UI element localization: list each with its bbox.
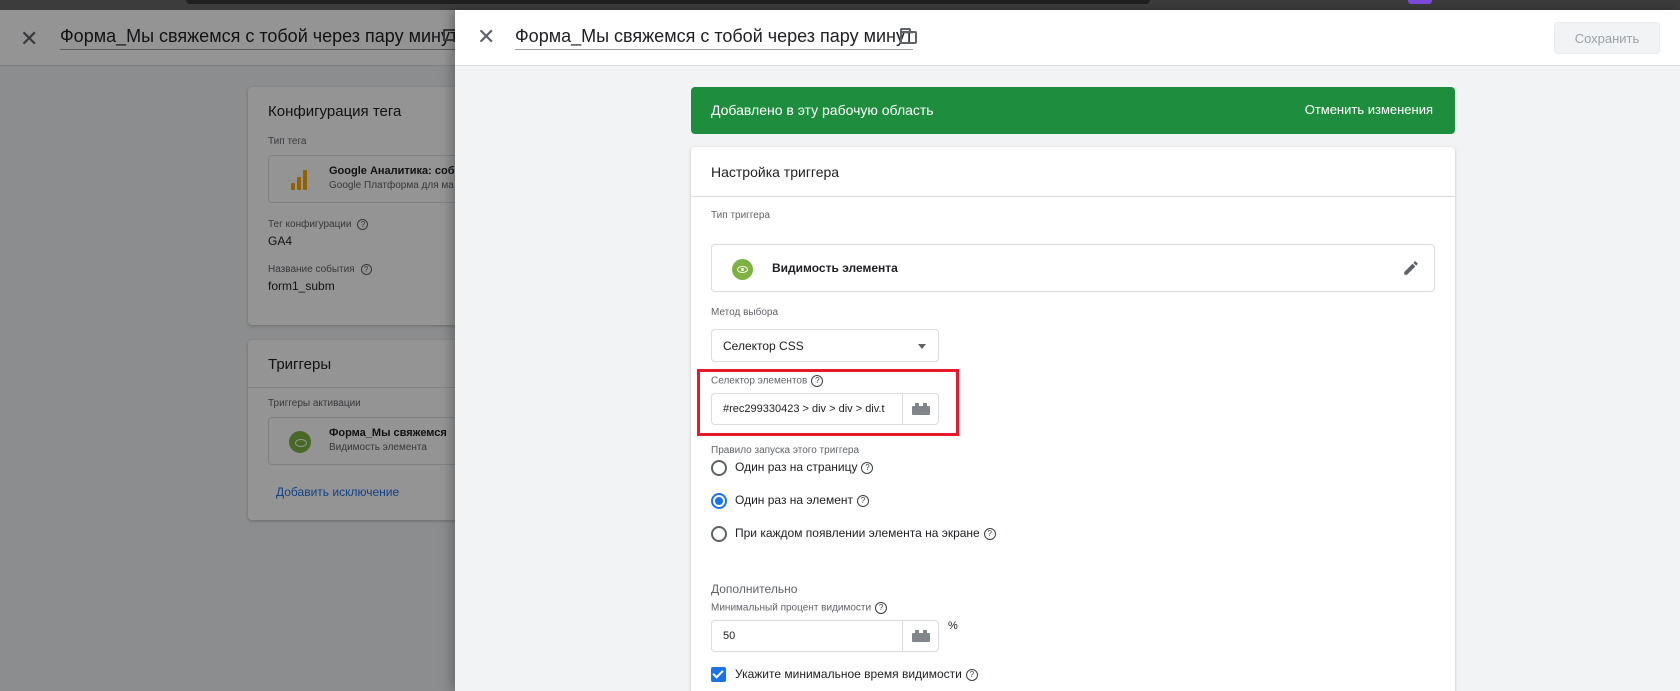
trigger-config-card: Настройка триггера Тип триггера Видимост… — [691, 147, 1455, 691]
help-icon[interactable]: ? — [811, 375, 824, 387]
min-percent-input[interactable]: 50 — [711, 620, 903, 652]
trigger-type-label: Тип триггера — [711, 210, 770, 221]
variable-picker-button[interactable] — [903, 620, 939, 652]
pencil-icon[interactable] — [1402, 259, 1420, 277]
min-percent-label: Минимальный процент видимости? — [711, 602, 888, 614]
min-time-checkbox-row[interactable]: Укажите минимальное время видимости? — [711, 667, 978, 683]
checkbox-checked[interactable] — [711, 667, 726, 683]
selection-method-select[interactable]: Селектор CSS — [711, 329, 939, 362]
banner-message: Добавлено в эту рабочую область — [711, 102, 934, 118]
save-button[interactable]: Сохранить — [1554, 22, 1660, 54]
variable-icon — [912, 630, 930, 642]
variable-picker-button[interactable] — [903, 393, 939, 425]
trigger-type-name: Видимость элемента — [772, 261, 898, 275]
card-heading: Настройка триггера — [691, 147, 1455, 197]
fire-option-once-per-element[interactable]: Один раз на элемент? — [711, 493, 870, 509]
eye-icon — [732, 259, 753, 280]
help-icon[interactable]: ? — [857, 495, 870, 507]
browser-top-strip — [0, 0, 1680, 10]
help-icon[interactable]: ? — [983, 528, 996, 540]
fire-rule-label: Правило запуска этого триггера — [711, 445, 860, 456]
help-icon[interactable]: ? — [861, 462, 874, 474]
fire-option-every-appearance[interactable]: При каждом появлении элемента на экране? — [711, 526, 996, 542]
panel-header: ✕ Форма_Мы свяжемся с тобой через пару м… — [455, 10, 1680, 66]
help-icon[interactable]: ? — [875, 602, 888, 614]
chevron-down-icon — [918, 344, 926, 349]
modal-scrim[interactable] — [0, 10, 455, 691]
element-selector-input[interactable]: #rec299330423 > div > div > div.t — [711, 393, 903, 425]
variable-icon — [912, 403, 930, 415]
workspace-banner: Добавлено в эту рабочую область Отменить… — [691, 87, 1455, 134]
selection-method-label: Метод выбора — [711, 307, 779, 318]
percent-unit: % — [948, 620, 958, 632]
trigger-name-title[interactable]: Форма_Мы свяжемся с тобой через пару мин… — [515, 26, 914, 50]
radio-button[interactable] — [711, 460, 727, 476]
radio-button[interactable] — [711, 526, 727, 542]
trigger-editor-panel: ✕ Форма_Мы свяжемся с тобой через пару м… — [455, 10, 1680, 691]
folder-icon[interactable] — [900, 28, 917, 44]
help-icon[interactable]: ? — [965, 668, 978, 681]
radio-button-selected[interactable] — [711, 493, 727, 509]
close-icon[interactable]: ✕ — [477, 24, 495, 50]
fire-option-once-per-page[interactable]: Один раз на страницу? — [711, 460, 874, 476]
address-bar-edge — [186, 0, 1150, 4]
extension-icon — [1408, 0, 1432, 4]
element-selector-label: Селектор элементов? — [711, 375, 824, 387]
undo-changes-link[interactable]: Отменить изменения — [1305, 102, 1433, 117]
trigger-type-box[interactable]: Видимость элемента — [711, 244, 1435, 292]
advanced-section-title: Дополнительно — [711, 582, 798, 596]
selection-method-value: Селектор CSS — [723, 339, 804, 353]
